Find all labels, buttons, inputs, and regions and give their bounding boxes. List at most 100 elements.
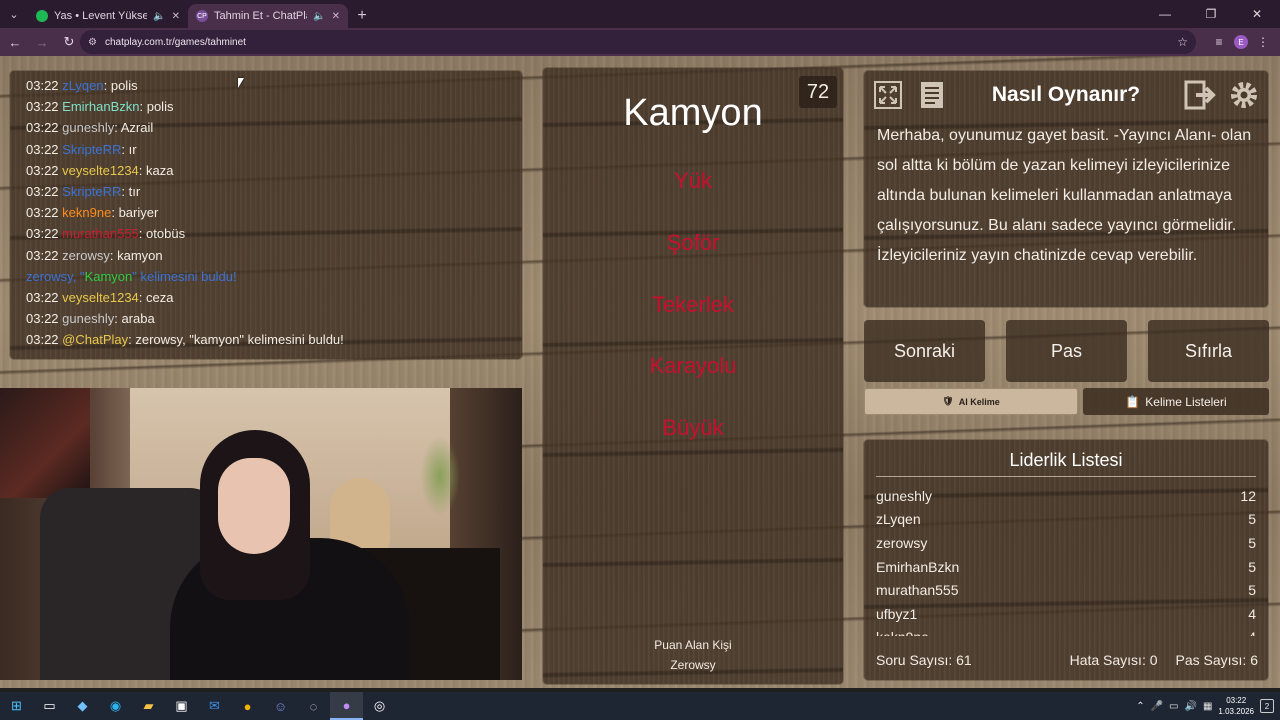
chat-timestamp: 03:22 — [26, 290, 59, 306]
chat-message: 03:22 guneshly: Azrail — [26, 117, 506, 138]
chat-message: 03:22 veyselte1234: kaza — [26, 160, 506, 181]
ime-icon[interactable]: ▦ — [1203, 701, 1212, 712]
chat-text: polis — [107, 78, 138, 93]
chat-username[interactable]: guneshly — [62, 120, 114, 135]
menu-icon[interactable]: ⋮ — [1254, 35, 1272, 49]
chrome-icon[interactable]: ● — [231, 692, 264, 720]
copilot-icon[interactable]: ◆ — [66, 692, 99, 720]
player-score: 4 — [1248, 629, 1256, 636]
chat-timestamp: 03:22 — [26, 99, 59, 115]
search-app-icon[interactable]: ◎ — [363, 692, 396, 720]
task-view-icon[interactable]: ▭ — [33, 692, 66, 720]
how-to-play-panel: Nasıl Oynanır? Merhaba, oyunumuz gayet b… — [864, 71, 1268, 307]
word-lists-button[interactable]: 📋 Kelime Listeleri — [1083, 388, 1269, 415]
spotify-icon — [36, 10, 48, 22]
chat-timestamp: 03:22 — [26, 184, 59, 200]
target-word: Kamyon — [623, 92, 763, 134]
store-icon[interactable]: ▣ — [165, 692, 198, 720]
notifications-icon[interactable]: 2 — [1260, 699, 1274, 713]
tab-tahmin-et[interactable]: CP Tahmin Et - ChatPlay 🔈 ✕ — [188, 4, 348, 28]
audio-icon[interactable]: 🔈 — [313, 11, 325, 22]
chatplay-icon: CP — [196, 10, 208, 22]
new-tab-button[interactable]: + — [348, 4, 376, 28]
chat-username[interactable]: murathan555 — [62, 226, 139, 241]
chat-text: kamyon — [113, 247, 163, 263]
close-window-icon[interactable]: ✕ — [1234, 0, 1280, 28]
found-word-highlight: Kamyon — [84, 268, 133, 284]
chat-text: ceza — [142, 290, 174, 306]
mail-icon[interactable]: ✉ — [198, 692, 231, 720]
leaderboard-row: kekn9ne 4 — [876, 626, 1256, 636]
chat-text: Azrail — [117, 120, 154, 136]
chat-message: 03:22 zerowsy: kamyon — [26, 245, 506, 266]
tab-yas[interactable]: Yas • Levent Yüksel 🔈 ✕ — [28, 4, 188, 28]
chat-username[interactable]: kekn9ne — [62, 205, 111, 220]
audio-icon[interactable]: 🔈 — [153, 11, 165, 22]
reload-icon[interactable]: ↻ — [57, 30, 81, 54]
window-controls: — ❐ ✕ — [1142, 0, 1280, 28]
tab-search-icon[interactable]: ⌄ — [0, 0, 28, 28]
obs-icon[interactable]: ◌ — [297, 692, 330, 720]
bookmark-star-icon[interactable]: ☆ — [1177, 35, 1188, 49]
forbidden-word: Büyük — [662, 415, 724, 440]
settings-gear-icon[interactable] — [1226, 77, 1262, 113]
close-icon[interactable]: ✕ — [172, 11, 180, 22]
profile-avatar[interactable]: E — [1234, 35, 1248, 49]
microphone-icon[interactable]: 🎤 — [1151, 701, 1163, 712]
windows-start-icon[interactable]: ⊞ — [0, 692, 33, 720]
leaderboard-row: zerowsy 5 — [876, 531, 1256, 555]
edge-icon[interactable]: ◉ — [99, 692, 132, 720]
chat-message: 03:22 murathan555: otobüs — [26, 223, 506, 244]
leaderboard-row: ufbyz1 4 — [876, 602, 1256, 626]
file-explorer-icon[interactable]: ▰ — [132, 692, 165, 720]
player-name: zerowsy — [876, 534, 928, 551]
leaderboard-list[interactable]: guneshly 12 zLyqen 5 zerowsy 5 EmirhanBzkn 5 mur… — [876, 484, 1256, 636]
chat-timestamp: 03:22 — [26, 141, 59, 157]
error-count: Hata Sayısı: 0 — [1069, 652, 1158, 668]
restore-icon[interactable]: ❐ — [1188, 0, 1234, 28]
exit-icon[interactable] — [1182, 77, 1218, 113]
close-icon[interactable]: ✕ — [332, 11, 340, 22]
network-icon[interactable]: ▭ — [1169, 701, 1178, 712]
volume-icon[interactable]: 🔊 — [1185, 701, 1197, 712]
chat-username[interactable]: SkripteRR — [62, 184, 121, 199]
site-info-icon[interactable]: ⚙ — [88, 37, 97, 48]
question-count: Soru Sayısı: 61 — [876, 652, 972, 668]
chat-timestamp: 03:22 — [26, 247, 59, 263]
ai-word-button[interactable]: 🛡 AI Kelime — [864, 388, 1078, 415]
minimize-icon[interactable]: — — [1142, 0, 1188, 28]
player-name: kekn9ne — [876, 629, 929, 636]
next-button[interactable]: Sonraki — [864, 320, 985, 382]
chat-username[interactable]: zerowsy — [62, 248, 110, 263]
player-name: murathan555 — [876, 582, 959, 599]
chrome-profile-icon[interactable]: ● — [330, 692, 363, 720]
chat-timestamp: 03:22 — [26, 226, 59, 242]
clock[interactable]: 03:22 1.03.2026 — [1218, 695, 1254, 717]
clock-time: 03:22 — [1226, 696, 1247, 705]
forbidden-word: Karayolu — [649, 353, 737, 378]
chat-message: 03:22 EmirhanBzkn: polis — [26, 96, 506, 117]
scorer-name: Zerowsy — [670, 658, 716, 672]
forward-icon[interactable]: → — [30, 30, 54, 54]
discord-icon[interactable]: ☺ — [264, 692, 297, 720]
pass-button[interactable]: Pas — [1006, 320, 1127, 382]
chat-username[interactable]: zLyqen — [62, 78, 103, 93]
chat-message: 03:22 zLyqen: polis — [26, 75, 506, 96]
reading-list-icon[interactable]: ≡ — [1210, 35, 1228, 49]
chat-username[interactable]: @ChatPlay — [62, 332, 128, 347]
webcam-feed — [0, 388, 522, 680]
reset-button[interactable]: Sıfırla — [1148, 320, 1269, 382]
chat-username[interactable]: EmirhanBzkn — [62, 99, 139, 114]
chat-username[interactable]: SkripteRR — [62, 142, 121, 157]
chat-username[interactable]: guneshly — [62, 311, 114, 326]
chat-message: zerowsy, "Kamyon" kelimesini buldu! — [26, 266, 506, 287]
back-icon[interactable]: ← — [3, 30, 27, 54]
chat-username[interactable]: veyselte1234 — [62, 163, 139, 178]
address-bar[interactable]: ⚙ chatplay.com.tr/games/tahminet ☆ — [80, 30, 1196, 54]
chat-text: zerowsy, "kamyon" kelimesini buldu! — [131, 332, 344, 348]
chat-username[interactable]: veyselte1234 — [62, 290, 139, 305]
system-message: zerowsy, "Kamyon" kelimesini buldu! — [26, 268, 237, 284]
game-page: 03:22 zLyqen: polis 03:22 EmirhanBzkn: po… — [0, 56, 1280, 688]
player-score: 12 — [1240, 487, 1256, 504]
chevron-up-icon[interactable]: ⌃ — [1136, 701, 1144, 712]
